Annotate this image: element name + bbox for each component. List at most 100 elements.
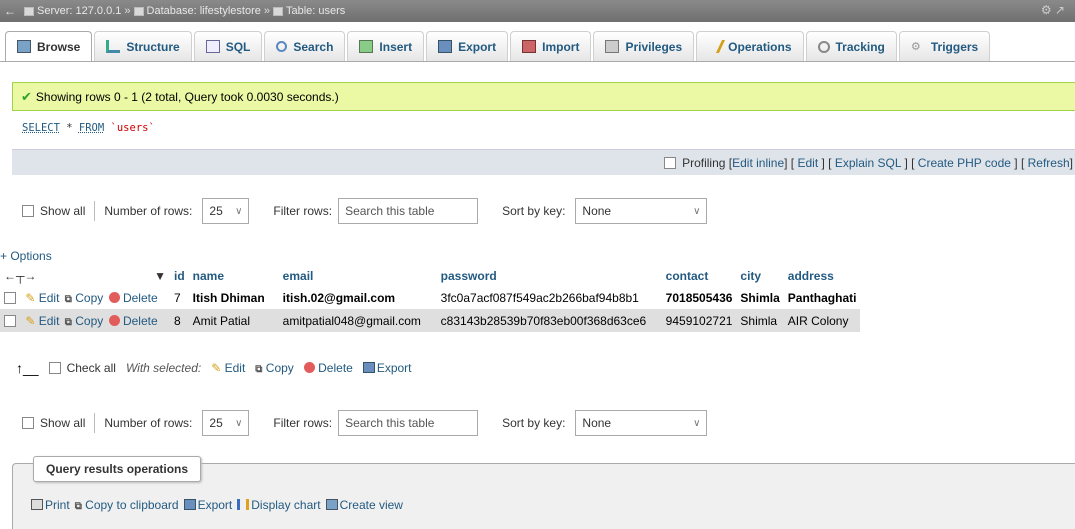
cell-address[interactable]: AIR Colony [783,309,861,332]
settings-gear-icon[interactable]: ⚙ ↗ [1041,3,1065,17]
filter-label: Filter rows: [273,416,333,430]
breadcrumb-server[interactable]: Server: 127.0.0.1 [24,5,121,17]
search-icon [276,41,288,52]
sort-triangle-icon[interactable]: ▼ [154,269,166,283]
row-actions: ✎ Edit ⧉ Copy Delete [0,286,170,309]
edit-row-link[interactable]: ✎ Edit [25,314,59,328]
filter-input[interactable]: Search this table [338,198,479,224]
breadcrumb-separator: » [124,5,131,17]
query-results-operations: Query results operations Print ⧉ Copy to… [12,456,1075,529]
check-all[interactable]: Check all [48,361,116,375]
column-header-email[interactable]: email [278,266,437,286]
filter-input[interactable]: Search this table [338,410,479,436]
options-link[interactable]: + Options [0,249,52,263]
bulk-edit-link[interactable]: ✎ Edit [211,361,245,375]
tab-sql[interactable]: SQL [193,31,263,61]
rows-select[interactable]: 25 ∨ [202,198,250,224]
tab-triggers[interactable]: ⚙ Triggers [898,31,991,61]
sort-select[interactable]: None ∨ [575,410,708,436]
sql-select-keyword[interactable]: SELECT [22,122,60,134]
column-header-city[interactable]: city [736,266,784,286]
cell-name[interactable]: Itish Dhiman [188,286,279,309]
column-header-id[interactable]: id [170,266,189,286]
cell-contact[interactable]: 7018505436 [661,286,737,309]
structure-icon [106,40,121,53]
row-checkbox[interactable] [4,314,16,327]
pencil-icon: ✎ [25,313,36,328]
pencil-icon: ✎ [25,290,36,305]
tab-insert[interactable]: Insert [347,31,425,61]
print-link[interactable]: Print [31,498,70,512]
delete-row-link[interactable]: Delete [108,314,158,328]
cell-contact[interactable]: 9459102721 [661,309,737,332]
cell-city[interactable]: Shimla [736,309,784,332]
check-all-checkbox[interactable] [48,362,61,374]
explain-sql-link[interactable]: Explain SQL [835,156,901,170]
copy-icon: ⧉ [64,293,72,305]
column-header-password[interactable]: password [436,266,662,286]
results-table: ←┬→ ▼ id name email password contact city… [0,266,861,332]
tab-privileges[interactable]: Privileges [593,31,695,61]
cell-name[interactable]: Amit Patial [188,309,279,332]
sql-text: * [59,122,79,134]
tab-structure[interactable]: Structure [94,31,192,61]
bulk-export-link[interactable]: Export [362,361,412,375]
bulk-delete-link[interactable]: Delete [303,361,353,375]
delete-row-link[interactable]: Delete [108,291,158,305]
tab-import[interactable]: Import [510,31,592,61]
tab-browse[interactable]: Browse [5,31,93,61]
row-checkbox[interactable] [4,291,16,304]
back-arrow-icon[interactable]: ← [4,4,16,18]
show-all-checkbox[interactable] [22,205,34,217]
cell-address[interactable]: Panthaghati [783,286,861,309]
show-all-label: Show all [40,204,86,218]
create-view-link[interactable]: Create view [325,498,403,512]
column-resize-arrows-icon: ←┬→ [4,269,37,283]
printer-icon [31,499,43,510]
edit-row-link[interactable]: ✎ Edit [25,291,59,305]
query-ops-title: Query results operations [33,456,202,482]
cell-email[interactable]: amitpatial048@gmail.com [278,309,437,332]
column-header-address[interactable]: address [783,266,861,286]
copy-row-link[interactable]: ⧉ Copy [65,291,104,305]
cell-password[interactable]: 3fc0a7acf087f549ac2b266baf94b8b1 [436,286,662,309]
export-link[interactable]: Export [183,498,232,512]
profiling-checkbox[interactable] [664,157,677,169]
bulk-copy-link[interactable]: ⧉ Copy [255,361,294,375]
column-header-name[interactable]: name [188,266,279,286]
tab-operations[interactable]: Operations [696,31,804,61]
breadcrumb-database[interactable]: Database: lifestylestore [133,5,261,17]
refresh-link[interactable]: Refresh [1028,156,1070,170]
row-actions: ✎ Edit ⧉ Copy Delete [0,309,170,332]
column-header-contact[interactable]: contact [661,266,737,286]
cell-city[interactable]: Shimla [736,286,784,309]
copy-row-link[interactable]: ⧉ Copy [65,314,104,328]
cell-id[interactable]: 8 [170,309,189,332]
edit-link[interactable]: Edit [797,156,818,170]
cell-email[interactable]: itish.02@gmail.com [278,286,437,309]
rows-select[interactable]: 25 ∨ [202,410,250,436]
sort-select[interactable]: None ∨ [575,198,708,224]
tab-search[interactable]: Search [264,31,346,61]
privileges-icon [605,40,620,53]
breadcrumb-table[interactable]: Table: users [272,5,345,17]
cell-id[interactable]: 7 [170,286,189,309]
show-all-checkbox[interactable] [22,417,34,429]
copy-clipboard-link[interactable]: ⧉ Copy to clipboard [75,498,179,512]
create-php-link[interactable]: Create PHP code [918,156,1011,170]
checkmark-icon: ✔ [21,88,32,104]
table-icon [272,6,283,16]
display-chart-link[interactable]: Display chart [237,498,321,512]
database-icon [133,6,144,16]
cell-password[interactable]: c83143b28539b70f83eb00f368d63ce6 [436,309,662,332]
tab-tracking[interactable]: Tracking [805,31,897,61]
tracking-icon [817,40,830,53]
tab-bar: Browse Structure SQL Search Insert Expor… [0,30,1075,62]
tab-export[interactable]: Export [426,31,509,61]
breadcrumb-separator: » [263,5,270,17]
browse-icon [17,40,31,53]
profiling-links: Profiling [Edit inline] [ Edit ] [ Expla… [664,156,1073,170]
edit-inline-link[interactable]: Edit inline [732,156,784,170]
sql-from-keyword[interactable]: FROM [79,122,104,134]
column-arrows[interactable]: ←┬→ ▼ [0,266,170,286]
